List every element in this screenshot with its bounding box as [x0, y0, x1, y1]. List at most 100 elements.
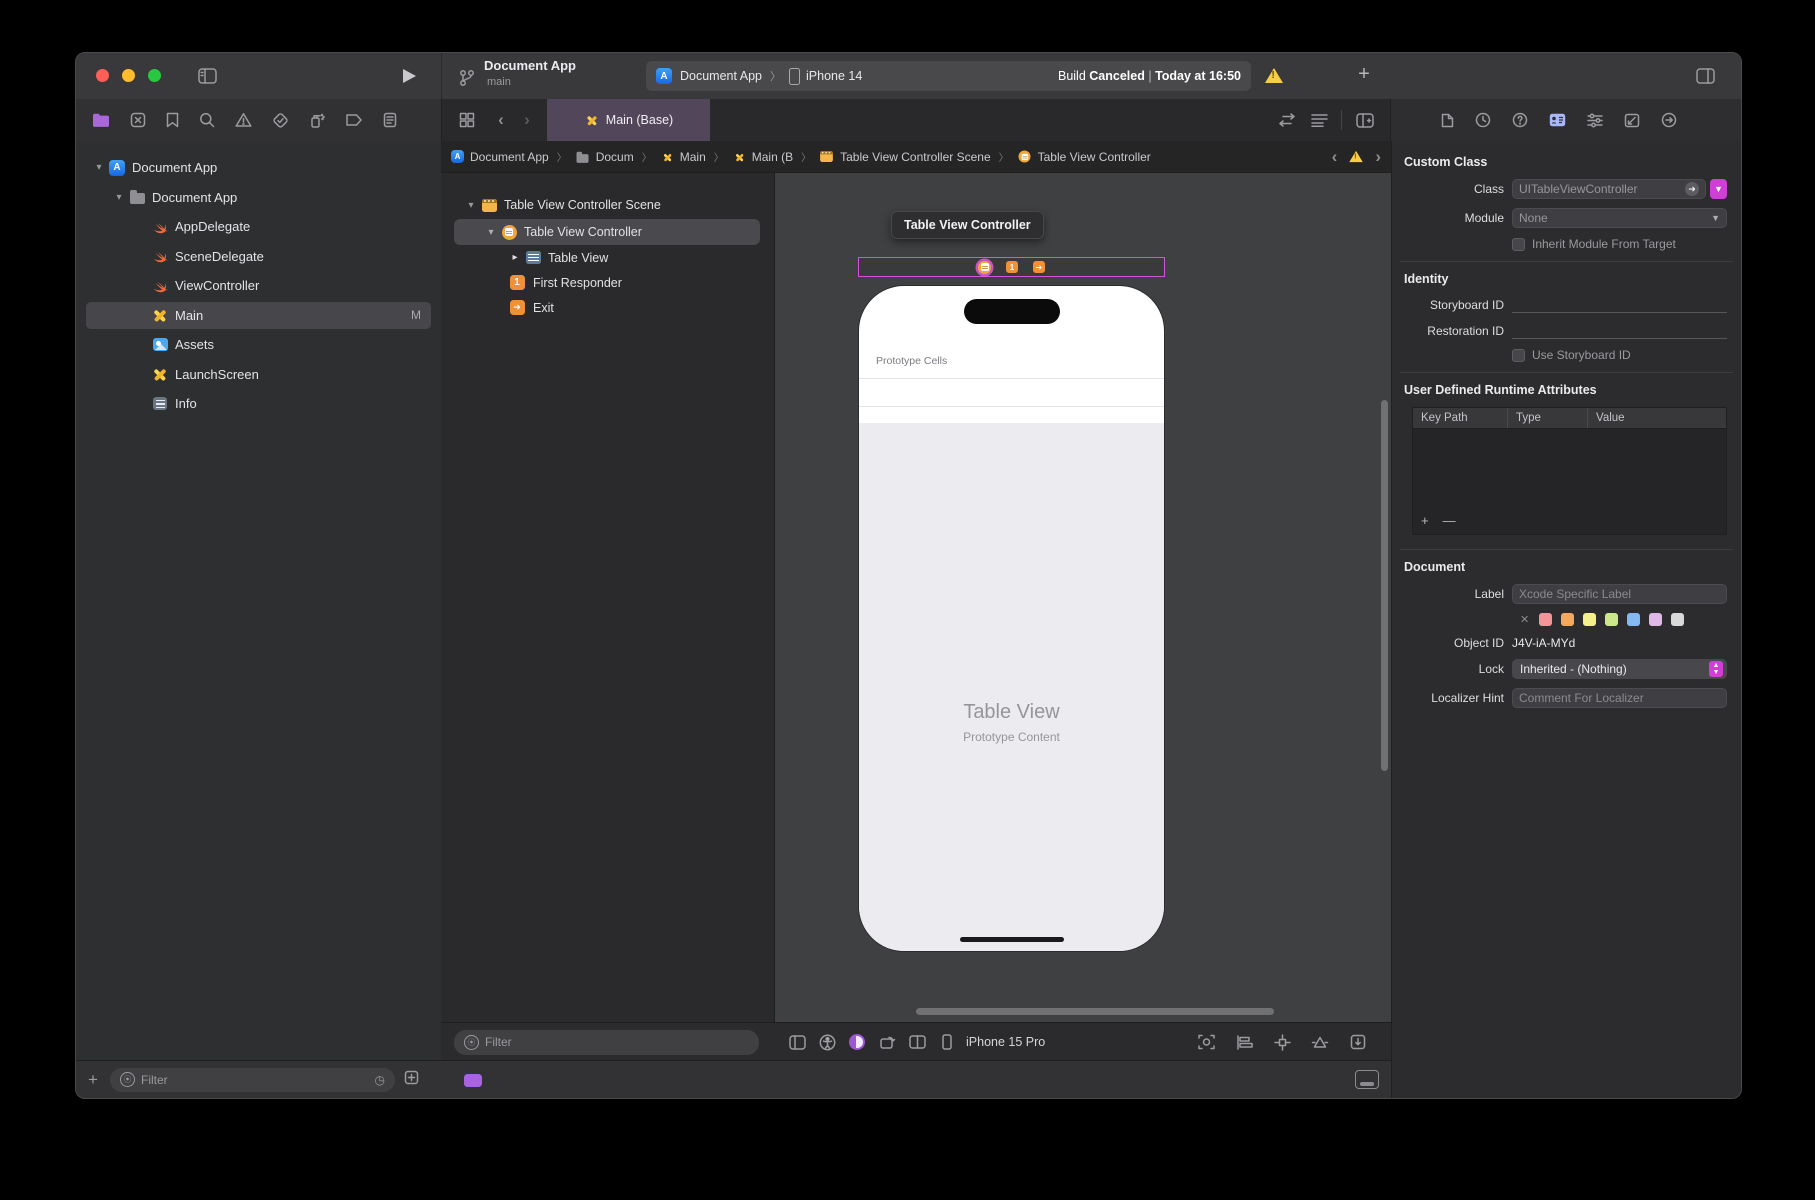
restoration-id-field[interactable] [1512, 322, 1727, 339]
outline-scene-row[interactable]: ▾ Table View Controller Scene [442, 191, 774, 219]
scene-dock-selected[interactable]: 1 ➔ [858, 257, 1165, 277]
jump-item-main-base[interactable]: Main (B [752, 150, 793, 164]
outline-filter-field[interactable]: ⦿ Filter [454, 1030, 759, 1055]
connections-inspector-icon[interactable] [1661, 112, 1677, 128]
dock-first-responder-icon[interactable]: 1 [1006, 261, 1018, 273]
outline-tableview-row[interactable]: ▸ Table View [442, 245, 774, 270]
run-destination-bar[interactable]: A Document App 〉 iPhone 14 Build Cancele… [646, 61, 1251, 91]
lock-stepper-icon[interactable]: ▲▼ [1709, 661, 1723, 677]
toggle-navigator-icon[interactable] [194, 64, 220, 88]
split-preview-icon[interactable] [902, 1035, 932, 1049]
class-jump-arrow-icon[interactable]: ➜ [1685, 182, 1699, 196]
file-inspector-icon[interactable] [1441, 113, 1454, 128]
nav-row-project[interactable]: ▾ADocument App [76, 153, 441, 183]
jump-item-controller[interactable]: Table View Controller [1038, 150, 1151, 164]
swatch-red[interactable] [1539, 613, 1552, 626]
scheme-branch-name[interactable]: main [487, 76, 511, 88]
jump-back-icon[interactable]: ‹ [1332, 147, 1338, 167]
nav-row-launchscreen[interactable]: LaunchScreen [76, 360, 441, 390]
size-inspector-icon[interactable] [1624, 113, 1640, 128]
embed-in-icon[interactable] [1343, 1034, 1373, 1050]
document-color-swatches[interactable]: ✕ [1520, 613, 1727, 626]
scheme-project-title[interactable]: Document App [484, 58, 576, 73]
canvas-vertical-scrollbar[interactable] [1381, 400, 1388, 771]
lock-dropdown[interactable]: Inherited - (Nothing) ▲▼ [1512, 659, 1727, 679]
tests-navigator-icon[interactable] [272, 112, 289, 129]
nav-row-scenedelegate[interactable]: SceneDelegate [76, 242, 441, 272]
bookmarks-navigator-icon[interactable] [166, 112, 179, 128]
outline-exit-row[interactable]: ➔ Exit [442, 295, 774, 320]
add-attribute-button[interactable]: + [1421, 513, 1429, 528]
tab-main-base[interactable]: Main (Base) [547, 99, 710, 141]
attributes-inspector-icon[interactable] [1587, 113, 1603, 128]
document-label-field[interactable]: Xcode Specific Label [1512, 584, 1727, 604]
localizer-hint-field[interactable]: Comment For Localizer [1512, 688, 1727, 708]
nav-row-viewcontroller[interactable]: ViewController [76, 271, 441, 301]
class-dropdown-button[interactable]: ▼ [1710, 179, 1727, 199]
iphone-preview[interactable]: Prototype Cells Table View Prototype Con… [858, 285, 1165, 952]
related-items-icon[interactable] [454, 108, 480, 132]
find-navigator-icon[interactable] [199, 112, 215, 128]
issues-navigator-icon[interactable] [235, 112, 252, 128]
outline-first-responder-row[interactable]: 1 First Responder [442, 270, 774, 295]
jump-item-folder[interactable]: Docum [596, 150, 634, 164]
storyboard-id-field[interactable] [1512, 296, 1727, 313]
device-selector-icon[interactable] [932, 1034, 962, 1050]
jump-item-scene[interactable]: Table View Controller Scene [840, 150, 991, 164]
identity-inspector-icon-selected[interactable] [1549, 113, 1566, 127]
zoom-selection-icon[interactable] [1191, 1034, 1221, 1050]
remove-attribute-button[interactable]: — [1443, 513, 1456, 528]
jump-item-main[interactable]: Main [680, 150, 706, 164]
accessibility-preview-icon[interactable] [812, 1034, 842, 1051]
nav-row-main-selected[interactable]: Main M [76, 301, 441, 331]
jump-warning-icon[interactable] [1350, 151, 1364, 162]
project-navigator-icon[interactable] [92, 112, 110, 128]
dock-view-controller-icon[interactable] [978, 261, 991, 274]
quick-help-inspector-icon[interactable] [1512, 112, 1528, 128]
outline-controller-row-selected[interactable]: ▾ Table View Controller [442, 219, 774, 245]
run-destination-project[interactable]: Document App [680, 69, 762, 83]
color-scheme-toggle-icon-active[interactable] [842, 1034, 872, 1050]
build-warning-icon[interactable] [1265, 68, 1283, 83]
nav-row-group[interactable]: ▾Document App [76, 183, 441, 213]
recent-files-icon[interactable]: ◷ [375, 1073, 385, 1087]
go-forward-icon[interactable]: › [514, 108, 540, 132]
clear-color-icon[interactable]: ✕ [1520, 613, 1529, 626]
inherit-module-checkbox[interactable] [1512, 238, 1525, 251]
add-file-button[interactable]: + [76, 1070, 110, 1090]
class-field[interactable]: UITableViewController ➜ [1512, 179, 1706, 199]
jump-forward-icon[interactable]: › [1375, 147, 1381, 167]
navigator-filter-field[interactable]: ⦿ Filter ◷ [110, 1068, 395, 1092]
runtime-attributes-table[interactable]: Key Path Type Value + — [1412, 407, 1727, 535]
reports-navigator-icon[interactable] [383, 112, 397, 128]
nav-row-appdelegate[interactable]: AppDelegate [76, 212, 441, 242]
swatch-blue[interactable] [1627, 613, 1640, 626]
close-window-button[interactable] [96, 69, 109, 82]
module-field[interactable]: None ▼ [1512, 208, 1727, 228]
dock-exit-icon[interactable]: ➔ [1033, 261, 1045, 273]
jump-item-project[interactable]: Document App [470, 150, 549, 164]
history-inspector-icon[interactable] [1475, 112, 1491, 128]
canvas-horizontal-scrollbar[interactable] [916, 1008, 1274, 1015]
run-destination-device[interactable]: iPhone 14 [806, 69, 862, 83]
swatch-green[interactable] [1605, 613, 1618, 626]
toggle-inspector-icon[interactable] [1692, 64, 1718, 88]
resolve-autolayout-icon[interactable] [1305, 1035, 1335, 1050]
use-storyboard-id-checkbox[interactable] [1512, 349, 1525, 362]
inherit-module-checkbox-row[interactable]: Inherit Module From Target [1512, 237, 1727, 251]
module-dropdown-icon[interactable]: ▼ [1711, 213, 1720, 223]
swatch-orange[interactable] [1561, 613, 1574, 626]
orientation-toggle-icon[interactable] [872, 1034, 902, 1050]
add-editor-icon[interactable] [1352, 108, 1378, 132]
alignment-icon[interactable] [1229, 1035, 1259, 1050]
interface-builder-canvas[interactable]: Table View Controller 1 ➔ Prototype Cell… [774, 173, 1392, 1023]
scene-header-callout[interactable]: Table View Controller [891, 211, 1044, 239]
minimize-window-button[interactable] [122, 69, 135, 82]
source-control-status-icon[interactable] [404, 1070, 419, 1090]
swatch-yellow[interactable] [1583, 613, 1596, 626]
device-bezels-toggle-icon[interactable] [1355, 1070, 1379, 1089]
add-constraints-icon[interactable] [1267, 1034, 1297, 1051]
code-review-icon[interactable] [1274, 108, 1300, 132]
storyboard-entry-chip[interactable] [464, 1074, 482, 1087]
device-selector-label[interactable]: iPhone 15 Pro [966, 1035, 1045, 1049]
